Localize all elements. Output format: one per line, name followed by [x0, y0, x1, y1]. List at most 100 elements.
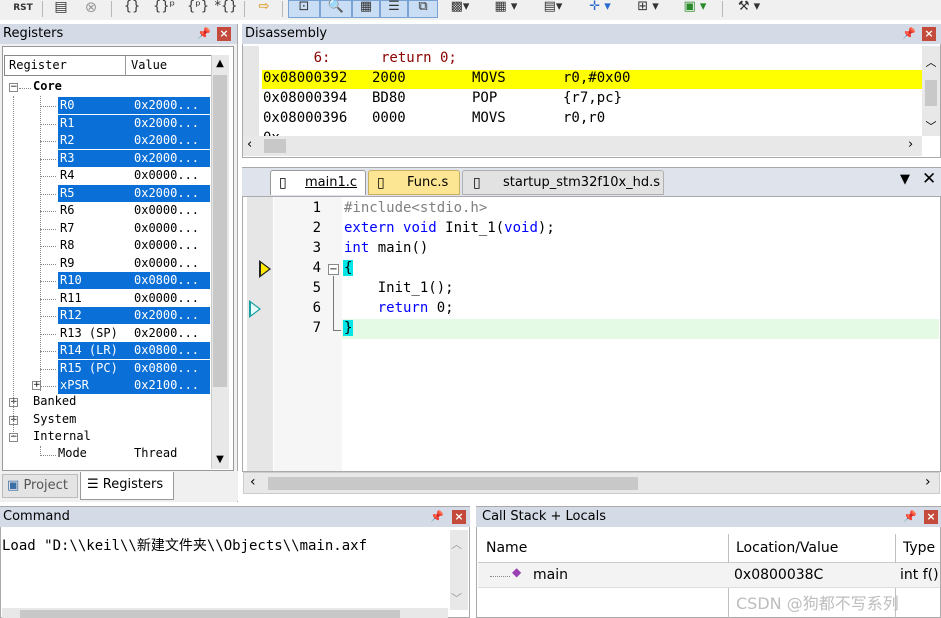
close-tab-icon[interactable]: ✕ — [922, 169, 936, 189]
editor-breakpoint-gutter[interactable] — [247, 197, 273, 471]
analysis-window-icon[interactable]: ✛ ▾ — [582, 0, 618, 17]
editor-hscroll-thumb[interactable] — [268, 477, 638, 490]
register-value[interactable]: 0x2000... — [134, 114, 210, 132]
collapse-core-icon[interactable]: − — [9, 83, 18, 92]
tab-dropdown-icon[interactable]: ▼ — [900, 172, 910, 187]
tab-startup[interactable]: ▯ startup_stm32f10x_hd.s — [462, 170, 664, 195]
disasm-scroll-thumb[interactable] — [925, 80, 937, 106]
tab-main1-c[interactable]: ▯ main1.c — [270, 170, 366, 195]
register-row[interactable]: R15 (PC) 0x0800... — [4, 359, 214, 378]
show-next-statement-icon[interactable]: ⇨ — [255, 0, 273, 17]
system-viewer-icon[interactable]: ▣ ▾ — [676, 0, 714, 17]
close-icon[interactable]: × — [922, 27, 936, 41]
stop-icon[interactable]: ⊗ — [82, 0, 100, 17]
symbols-window-icon: ▦ — [359, 0, 373, 14]
register-value[interactable]: 0x2000... — [134, 97, 210, 114]
register-row[interactable]: R13 (SP) 0x2000... — [4, 325, 214, 343]
tree-core[interactable]: Core — [33, 79, 62, 93]
expand-xpsr-icon[interactable]: + — [32, 381, 41, 390]
column-header-value[interactable]: Value — [131, 58, 167, 72]
run-to-cursor-icon[interactable]: *{} — [214, 0, 238, 17]
register-value[interactable]: 0x0800... — [134, 342, 210, 359]
register-row[interactable]: R11 0x0000... — [4, 290, 214, 308]
command-hscroll-thumb[interactable] — [20, 610, 400, 618]
toolbox-icon[interactable]: ⚒ ▾ — [730, 0, 768, 17]
step-over-icon[interactable]: {}ᵖ — [152, 0, 176, 17]
serial-window-icon[interactable]: ▤▾ — [536, 0, 570, 17]
tab-project[interactable]: ▣ Project — [2, 474, 78, 498]
register-row[interactable]: R4 0x0000... — [4, 167, 214, 185]
scroll-left-icon[interactable]: ‹ — [247, 137, 252, 152]
register-value[interactable]: 0x2000... — [134, 184, 210, 202]
column-header-location[interactable]: Location/Value — [736, 540, 838, 556]
register-row[interactable]: R10 0x0800... — [4, 272, 214, 290]
register-value[interactable]: 0x0000... — [134, 290, 210, 307]
register-value[interactable]: 0x0000... — [134, 220, 210, 237]
scroll-right-icon[interactable]: › — [908, 137, 913, 152]
scroll-right-icon[interactable]: › — [925, 474, 931, 490]
register-row[interactable]: R3 0x2000... — [4, 149, 214, 168]
scroll-down-icon[interactable]: ﹀ — [451, 590, 462, 606]
code-line-2: extern void Init_1(void); — [344, 220, 555, 236]
tab-registers[interactable]: ☰ Registers — [80, 472, 174, 500]
disassembly-hscroll[interactable] — [243, 136, 922, 156]
command-output[interactable]: Load "D:\\keil\\新建文件夹\\Objects\\main.axf — [2, 535, 450, 555]
register-value[interactable]: 0x0000... — [134, 255, 210, 272]
pin-icon[interactable]: 📌 — [197, 24, 211, 44]
tab-func-s[interactable]: ▯ Func.s — [368, 170, 460, 195]
run-icon[interactable]: ▤ — [53, 0, 69, 17]
disassembly-gutter — [243, 46, 259, 136]
scroll-down-icon[interactable]: ▼ — [211, 451, 229, 469]
trace-window-icon[interactable]: ⊞ ▾ — [630, 0, 666, 17]
step-out-icon[interactable]: {ᵖ} — [186, 0, 210, 17]
register-value[interactable]: 0x0000... — [134, 237, 210, 254]
register-row[interactable]: R6 0x0000... — [4, 202, 214, 220]
column-header-type[interactable]: Type — [903, 540, 935, 556]
tree-banked[interactable]: Banked — [33, 394, 76, 408]
register-value[interactable]: 0x0800... — [134, 359, 210, 377]
register-row[interactable]: R9 0x0000... — [4, 255, 214, 273]
keyword: int — [344, 240, 370, 256]
close-icon[interactable]: × — [452, 510, 466, 524]
scroll-down-icon[interactable]: ﹀ — [922, 118, 940, 134]
reset-button[interactable]: RST — [12, 0, 34, 17]
column-header-name[interactable]: Name — [486, 540, 527, 556]
register-value[interactable]: 0x0000... — [134, 202, 210, 219]
tree-system[interactable]: System — [33, 412, 76, 426]
register-row[interactable]: R7 0x0000... — [4, 220, 214, 238]
scroll-up-icon[interactable]: ︿ — [922, 54, 940, 70]
pin-icon[interactable]: 📌 — [903, 507, 917, 527]
scroll-up-icon[interactable]: ▲ — [211, 55, 229, 73]
register-value[interactable]: 0x2000... — [134, 307, 210, 324]
register-row[interactable]: R8 0x0000... — [4, 237, 214, 255]
register-value[interactable]: 0x0000... — [134, 167, 210, 184]
register-value[interactable]: 0x2000... — [134, 132, 210, 149]
register-row[interactable]: R0 0x2000... — [4, 97, 214, 115]
register-row[interactable]: R1 0x2000... — [4, 114, 214, 133]
disasm-hscroll-thumb[interactable] — [264, 139, 286, 153]
close-icon[interactable]: × — [924, 510, 938, 524]
register-row[interactable]: R5 0x2000... — [4, 184, 214, 203]
step-into-icon[interactable]: {} — [122, 0, 142, 17]
register-value[interactable]: 0x0800... — [134, 272, 210, 289]
pin-icon[interactable]: 📌 — [902, 24, 916, 44]
close-icon[interactable]: × — [217, 27, 231, 41]
register-value[interactable]: 0x2100... — [134, 377, 210, 394]
register-row[interactable]: R2 0x2000... — [4, 132, 214, 150]
pin-icon[interactable]: 📌 — [430, 507, 444, 527]
column-header-register[interactable]: Register — [9, 58, 67, 72]
disassembly-window-icon: 🔍 — [327, 0, 345, 14]
scroll-left-icon[interactable]: ‹ — [250, 474, 256, 490]
register-row[interactable]: R14 (LR) 0x0800... — [4, 342, 214, 360]
registers-scroll-thumb[interactable] — [213, 75, 227, 387]
memory-window-icon[interactable]: ▦ ▾ — [488, 0, 524, 17]
register-value[interactable]: 0x2000... — [134, 149, 210, 167]
register-value[interactable]: 0x2000... — [134, 325, 210, 342]
register-name: R4 — [60, 168, 75, 182]
code-line-3: int main() — [344, 240, 428, 256]
fold-icon[interactable]: − — [328, 264, 339, 275]
register-row[interactable]: R12 0x2000... — [4, 307, 214, 325]
watch-window-icon[interactable]: ▩▾ — [444, 0, 476, 17]
scroll-up-icon[interactable]: ︿ — [451, 536, 462, 552]
tree-internal[interactable]: Internal — [33, 429, 91, 443]
